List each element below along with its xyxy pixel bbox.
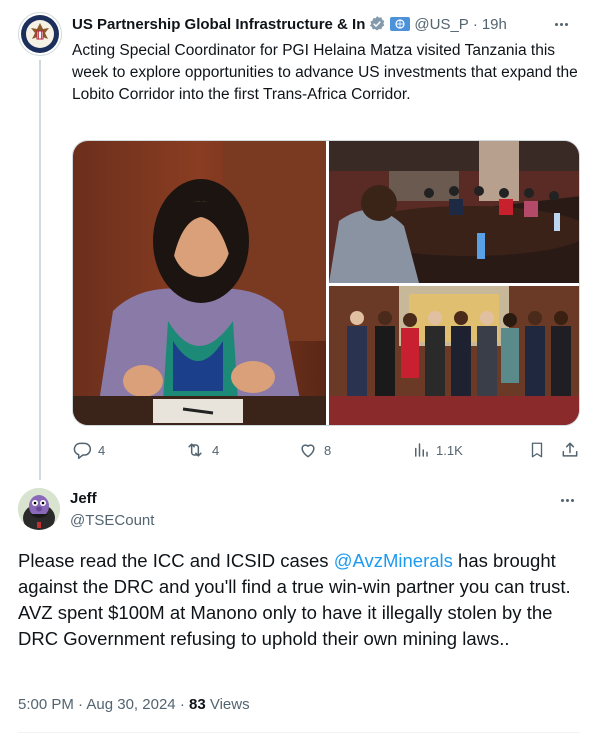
thread-connector-line bbox=[39, 60, 41, 480]
author-handle[interactable]: @US_P bbox=[414, 16, 468, 33]
timestamp-separator: · bbox=[78, 696, 84, 713]
tweet-text: Acting Special Coordinator for PGI Helai… bbox=[72, 42, 578, 103]
reply-views-label: Views bbox=[209, 696, 250, 713]
reply-timestamp-row: 5:00 PM · Aug 30, 2024 · 83 Views bbox=[18, 696, 250, 713]
reply-count: 4 bbox=[98, 442, 106, 458]
tweet-action-bar: 4 4 8 1.1K bbox=[72, 440, 580, 464]
like-count: 8 bbox=[324, 442, 332, 458]
views-count: 1.1K bbox=[436, 442, 463, 458]
reply-text-before: Please read the ICC and ICSID cases bbox=[18, 550, 334, 571]
reply-date[interactable]: Aug 30, 2024 bbox=[86, 696, 175, 713]
retweet-count: 4 bbox=[212, 442, 220, 458]
retweet-icon bbox=[188, 443, 202, 457]
views-button[interactable]: 1.1K bbox=[412, 440, 463, 460]
bookmark-icon bbox=[531, 442, 543, 458]
reply-text: Please read the ICC and ICSID cases @Avz… bbox=[18, 548, 582, 652]
count-muppet-avatar-icon[interactable] bbox=[18, 488, 60, 530]
tweet-time-ago[interactable]: 19h bbox=[482, 16, 507, 33]
tweet-media-grid bbox=[72, 140, 580, 426]
us-state-department-seal-icon[interactable] bbox=[18, 12, 62, 56]
bookmark-button[interactable] bbox=[528, 440, 546, 460]
more-options-icon[interactable] bbox=[550, 15, 572, 33]
timestamp-separator: · bbox=[179, 696, 185, 713]
reply-time[interactable]: 5:00 PM bbox=[18, 696, 74, 713]
analytics-bar-icon bbox=[415, 443, 428, 457]
reply-icon bbox=[73, 442, 92, 460]
mention-link[interactable]: @AvzMinerals bbox=[334, 550, 453, 571]
tweet-header: US Partnership Global Infrastructure & I… bbox=[72, 14, 584, 34]
author-name[interactable]: US Partnership Global Infrastructure & I… bbox=[72, 16, 365, 33]
photo-meeting-conference-table[interactable] bbox=[329, 141, 579, 283]
share-icon bbox=[562, 442, 578, 457]
reply-button[interactable]: 4 bbox=[72, 440, 105, 460]
reply-views-count: 83 bbox=[188, 696, 206, 713]
photo-group-standing-portrait[interactable] bbox=[329, 286, 579, 425]
like-button[interactable]: 8 bbox=[298, 440, 331, 460]
un-flag-icon bbox=[390, 16, 411, 32]
retweet-button[interactable]: 4 bbox=[184, 440, 219, 460]
divider bbox=[18, 732, 580, 733]
photo-woman-speaking-at-table[interactable] bbox=[73, 141, 326, 425]
meta-separator: · bbox=[472, 15, 478, 33]
share-button[interactable] bbox=[560, 440, 580, 460]
reply-author-handle[interactable]: @TSECount bbox=[70, 512, 154, 529]
gray-verified-badge-icon[interactable] bbox=[368, 15, 386, 33]
more-options-icon[interactable] bbox=[556, 494, 578, 506]
heart-icon bbox=[301, 444, 315, 458]
reply-author-name[interactable]: Jeff bbox=[70, 490, 97, 507]
